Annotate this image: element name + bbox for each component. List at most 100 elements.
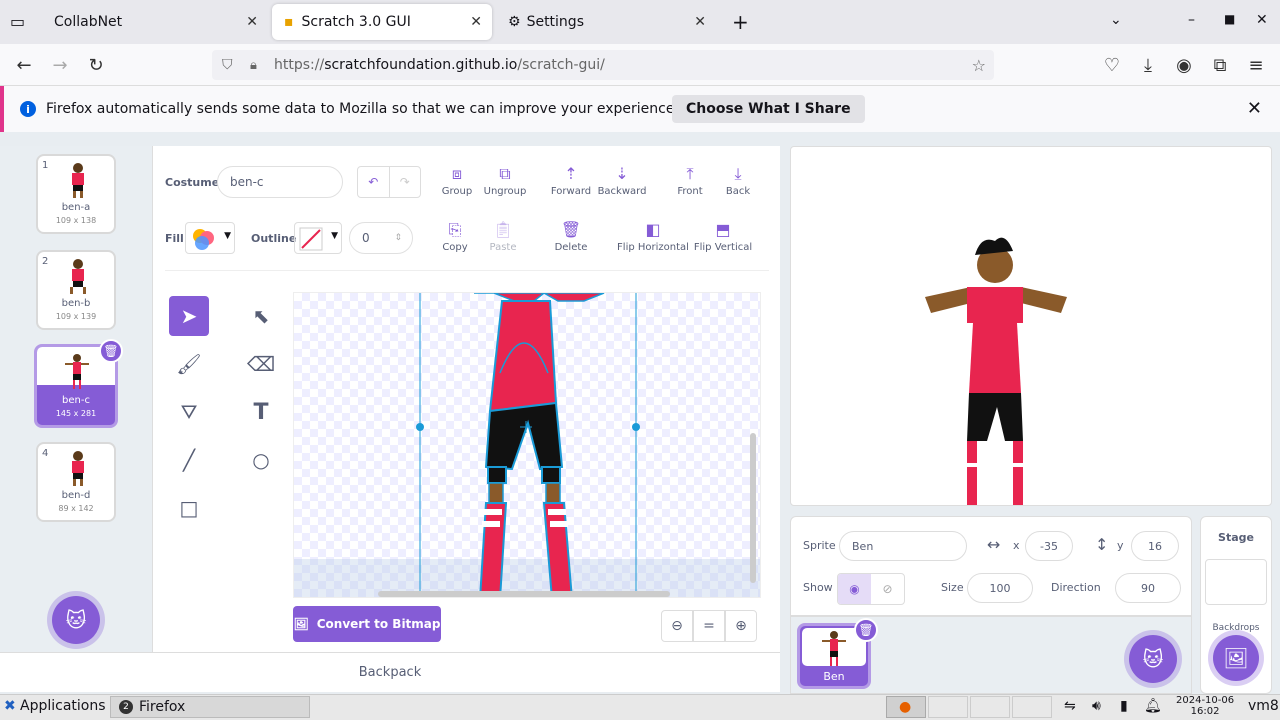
pocket-icon[interactable]: ♡ [1100,53,1124,77]
eraser-icon: ⌫ [246,352,276,376]
costume-list: 1 ben-a 109 x 138 2 ben-b 109 x 139 3 be… [0,146,152,652]
firefox-task[interactable]: 2 Firefox [110,696,310,718]
stepper-icon[interactable]: ⇕ [394,233,402,243]
costume-item-selected[interactable]: 3 ben-c 145 x 281 🗑︎ [34,339,123,428]
bookmark-star-icon[interactable]: ☆ [972,56,986,75]
minimize-button[interactable]: – [1188,12,1195,28]
brush-tool[interactable]: 🖌︎ [169,344,209,384]
costume-name-input[interactable]: ben-c [217,166,343,198]
close-window-button[interactable]: ✕ [1256,12,1268,28]
ungroup-button[interactable]: ⧉ Ungroup [475,164,535,197]
reshape-tool[interactable]: ⬉ [241,296,281,336]
size-label: Size [941,581,964,594]
zoom-out-button[interactable]: ⊖ [661,610,693,642]
costume-item[interactable]: 4 ben-d 89 x 142 [36,442,116,522]
flip-vertical-label: Flip Vertical [693,242,753,253]
close-icon[interactable]: ✕ [1247,98,1262,119]
outline-color-picker[interactable]: ▼ [294,222,342,254]
flip-vertical-button[interactable]: ⬒ Flip Vertical [687,220,759,253]
line-tool[interactable]: ╱ [169,440,209,480]
fill-tool[interactable]: ⛛ [169,392,209,432]
eraser-tool[interactable]: ⌫ [241,344,281,384]
new-tab-button[interactable]: + [732,10,749,34]
fill-label: Fill [165,232,184,245]
eye-icon[interactable]: ◉ [838,574,871,604]
circle-tool[interactable]: ○ [241,440,281,480]
redo-icon[interactable]: ↷ [390,167,421,197]
choose-what-i-share-button[interactable]: Choose What I Share [672,95,865,123]
paste-button[interactable]: 📋︎ Paste [473,220,533,253]
download-icon[interactable]: ⤓ [1136,53,1160,77]
tab-scratch[interactable]: ▪ Scratch 3.0 GUI ✕ [272,4,492,40]
network-icon[interactable]: ⇋ [1064,698,1076,714]
fill-color-picker[interactable]: ▼ [185,222,235,254]
tab-list-icon[interactable]: ▭ [10,12,28,31]
workspace-4[interactable] [1012,696,1052,718]
trash-icon[interactable]: 🗑︎ [854,618,878,642]
zoom-in-button[interactable]: ⊕ [725,610,757,642]
account-icon[interactable]: ◉ [1172,53,1196,77]
trash-icon[interactable]: 🗑︎ [99,339,123,363]
size-input[interactable]: 100 [967,573,1033,603]
nav-bar: ← → ↻ ⛉ 🔒︎ https://scratchfoundation.git… [0,44,1280,86]
costume-item[interactable]: 2 ben-b 109 x 139 [36,250,116,330]
choose-costume-button[interactable]: 🐱︎ [52,596,100,644]
applications-menu[interactable]: Applications [20,698,106,714]
stage[interactable] [790,146,1272,506]
eye-hidden-icon[interactable]: ⊘ [871,574,904,604]
stage-selector[interactable]: Stage Backdrops 🖼︎ [1200,516,1272,694]
maximize-button[interactable]: ■ [1224,12,1235,26]
close-tab-icon[interactable]: ✕ [694,14,706,30]
convert-to-bitmap-button[interactable]: 🖼︎ Convert to Bitmap [293,606,441,642]
battery-icon[interactable]: ▮ [1120,698,1128,714]
select-tool[interactable]: ➤ [169,296,209,336]
text-icon: T [253,399,269,425]
direction-input[interactable]: 90 [1115,573,1181,603]
zoom-reset-button[interactable]: = [693,610,725,642]
text-tool[interactable]: T [241,392,281,432]
forward-icon[interactable]: → [48,53,72,77]
workspace-2[interactable] [928,696,968,718]
x-input[interactable]: -35 [1025,531,1073,561]
workspace-1[interactable]: ● [886,696,926,718]
choose-backdrop-button[interactable]: 🖼︎ [1213,635,1259,681]
paint-canvas[interactable] [293,292,761,598]
user-label: vm8 [1248,698,1279,714]
y-input[interactable]: 16 [1131,531,1179,561]
choose-sprite-button[interactable]: 🐱︎ [1129,635,1177,683]
cat-icon: 🐱︎ [1142,647,1164,671]
back-icon[interactable]: ← [12,53,36,77]
rectangle-tool[interactable]: □ [169,488,209,528]
close-tab-icon[interactable]: ✕ [246,14,258,30]
chevron-down-icon[interactable]: ⌄ [1110,12,1122,28]
back-button[interactable]: ⤓ Back [708,164,768,197]
close-tab-icon[interactable]: ✕ [470,14,482,30]
sprite-item-selected[interactable]: Ben 🗑︎ [797,618,878,689]
outline-width-input[interactable]: 0 ⇕ [349,222,413,254]
backward-label: Backward [597,186,647,197]
backpack[interactable]: Backpack [0,652,780,692]
flip-horizontal-button[interactable]: ◧ Flip Horizontal [617,220,689,253]
notification-text: Firefox automatically sends some data to… [46,101,679,117]
url-bar[interactable]: ⛉ 🔒︎ https://scratchfoundation.github.io… [212,50,994,80]
show-label: Show [803,581,833,594]
volume-icon[interactable]: 🔊︎ [1092,698,1101,714]
extensions-icon[interactable]: ⧉ [1208,53,1232,77]
tab-collabnet[interactable]: CollabNet ✕ [42,4,268,40]
costume-item[interactable]: 1 ben-a 109 x 138 [36,154,116,234]
reload-icon[interactable]: ↻ [84,53,108,77]
undo-icon[interactable]: ↶ [358,167,390,197]
sprite-label: Sprite [803,539,836,552]
clock[interactable]: 2024-10-06 16:02 [1176,695,1234,717]
bell-icon[interactable]: 🔔︎ [1144,698,1162,714]
shield-icon: ⛉ [222,57,233,73]
backward-button[interactable]: ⇣ Backward [592,164,652,197]
menu-icon[interactable]: ≡ [1244,53,1268,77]
workspace-3[interactable] [970,696,1010,718]
visibility-toggle: ◉ ⊘ [837,573,905,605]
tab-title: Scratch 3.0 GUI [301,14,411,30]
sprite-name-input[interactable]: Ben [839,531,967,561]
delete-button[interactable]: 🗑︎ Delete [541,220,601,253]
tab-bar: ▭ CollabNet ✕ ▪ Scratch 3.0 GUI ✕ ⚙ Sett… [0,0,1280,44]
tab-settings[interactable]: ⚙ Settings ✕ [496,4,716,40]
